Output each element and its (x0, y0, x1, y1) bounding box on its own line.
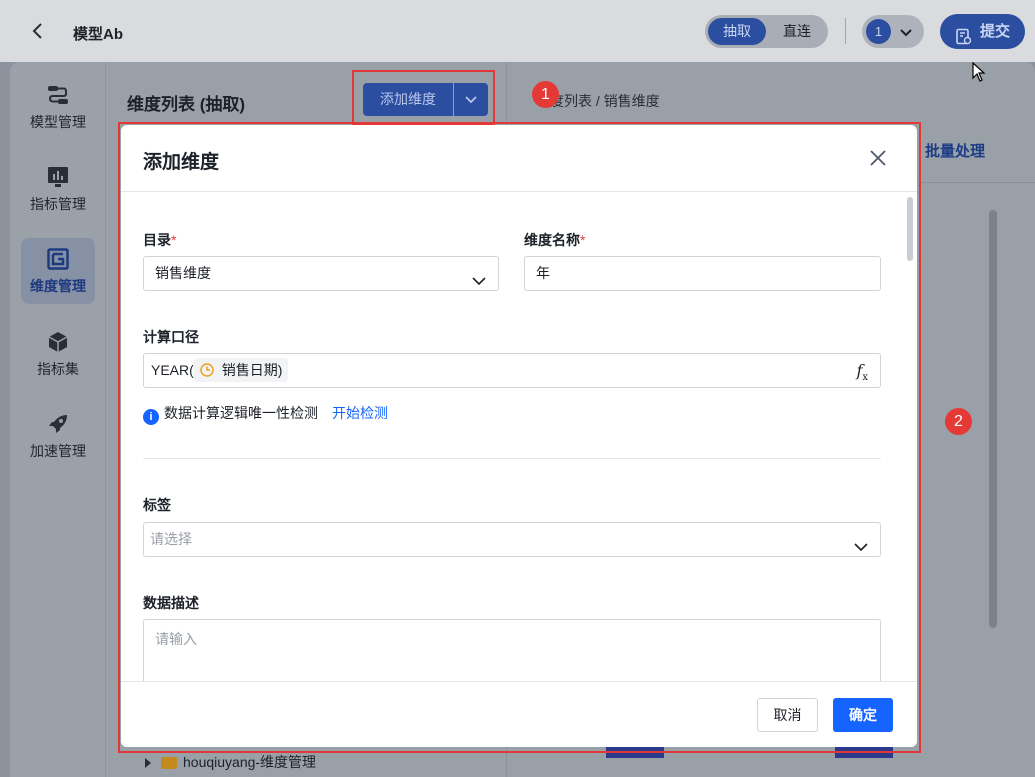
dialog-footer: 取消 确定 (121, 681, 917, 747)
field-chip-label: 销售日期 (221, 361, 278, 378)
dialog-scrollbar[interactable] (907, 197, 913, 261)
tags-select[interactable]: 请选择 (143, 522, 881, 557)
chevron-down-icon (465, 96, 477, 104)
sidebar-item-metric-set[interactable]: 指标集 (21, 321, 95, 387)
dimension-icon (47, 248, 69, 270)
info-icon: i (143, 409, 159, 425)
annotation-box-1: 添加维度 (352, 70, 495, 125)
mouse-cursor-icon (972, 61, 986, 82)
bulk-action-link[interactable]: 批量处理 (925, 140, 985, 161)
chevron-down-icon (898, 24, 914, 40)
list-title: 维度列表 (抽取) (127, 95, 246, 114)
folder-icon (161, 757, 177, 770)
uniqueness-hint: i 数据计算逻辑唯一性检测 开始检测 (143, 404, 388, 425)
cube-icon (47, 331, 69, 353)
divider (143, 458, 881, 459)
sidebar-item-acceleration[interactable]: 加速管理 (21, 403, 95, 469)
dimension-name-input[interactable]: 年 (524, 256, 881, 291)
model-icon (47, 84, 69, 106)
submit-button[interactable]: 提交 (940, 14, 1025, 49)
add-dimension-button[interactable]: 添加维度 (363, 83, 453, 116)
start-check-link[interactable]: 开始检测 (332, 405, 388, 421)
back-arrow-icon[interactable] (28, 20, 48, 42)
sidebar-item-label: 加速管理 (30, 443, 86, 459)
chevron-down-icon (854, 533, 868, 552)
tree-item[interactable]: houqiuyang-维度管理 (145, 752, 316, 772)
dialog-header: 添加维度 (121, 125, 917, 192)
catalog-label: 目录* (143, 232, 177, 248)
description-label: 数据描述 (143, 595, 199, 611)
app-title: 模型Ab (73, 26, 123, 43)
annotation-badge-1: 1 (532, 81, 559, 108)
fx-icon[interactable]: fx (856, 354, 868, 394)
mode-switch: 抽取 直连 (705, 15, 828, 48)
dialog-title: 添加维度 (143, 152, 220, 173)
sidebar-item-label: 维度管理 (30, 278, 86, 294)
sidebar-item-label: 模型管理 (30, 114, 86, 130)
scrollbar[interactable] (989, 210, 997, 628)
metric-icon (47, 166, 69, 188)
cancel-button[interactable]: 取消 (757, 698, 818, 732)
tags-label: 标签 (143, 497, 171, 513)
catalog-value: 销售维度 (155, 265, 211, 281)
chevron-down-icon (472, 267, 486, 286)
sidebar-item-label: 指标集 (37, 361, 79, 377)
breadcrumb: 度列表 / 销售维度 (550, 93, 660, 109)
dimension-name-value: 年 (536, 265, 550, 281)
clock-icon (200, 360, 214, 377)
sidebar-item-model[interactable]: 模型管理 (21, 74, 95, 140)
dimension-name-label: 维度名称* (524, 232, 586, 248)
sidebar-item-label: 指标管理 (30, 196, 86, 212)
hint-text: 数据计算逻辑唯一性检测 (164, 405, 318, 421)
annotation-badge-2: 2 (945, 408, 972, 435)
formula-suffix: ) (277, 361, 283, 378)
tree-item-label: houqiuyang-维度管理 (183, 754, 317, 770)
mode-direct-tab[interactable]: 直连 (769, 18, 825, 45)
add-dimension-dialog: 添加维度 目录* 销售维度 维度名称* 年 计算口径 YEAR(销售日期) fx… (121, 125, 917, 747)
version-number: 1 (866, 19, 891, 44)
add-dimension-dropdown[interactable] (454, 83, 488, 116)
formula-label: 计算口径 (143, 329, 199, 345)
field-chip[interactable]: 销售日期) (193, 357, 289, 382)
description-textarea[interactable]: 请输入 (143, 619, 881, 689)
tags-placeholder: 请选择 (150, 531, 192, 547)
formula-prefix: YEAR( (151, 362, 194, 378)
submit-label: 提交 (980, 23, 1011, 40)
confirm-button[interactable]: 确定 (833, 698, 893, 732)
submit-icon (955, 23, 972, 45)
caret-right-icon[interactable] (145, 758, 151, 769)
mode-extract-tab[interactable]: 抽取 (708, 18, 766, 45)
formula-input[interactable]: YEAR(销售日期) fx (143, 353, 881, 388)
description-placeholder: 请输入 (155, 631, 197, 647)
catalog-select[interactable]: 销售维度 (143, 256, 499, 291)
rocket-icon (47, 413, 69, 435)
version-select[interactable]: 1 (862, 15, 924, 48)
top-bar: 模型Ab 抽取 直连 1 提交 (0, 0, 1035, 62)
close-icon[interactable] (869, 149, 887, 167)
sidebar-item-metric[interactable]: 指标管理 (21, 156, 95, 222)
sidebar-item-dimension[interactable]: 维度管理 (21, 238, 95, 304)
sidebar: 模型管理 指标管理 维度管理 指标集 加速管理 (10, 62, 106, 777)
divider (845, 18, 846, 44)
